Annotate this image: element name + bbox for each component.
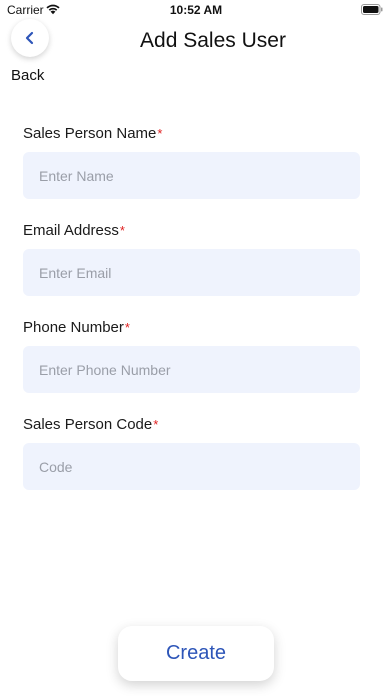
required-marker: *	[157, 126, 163, 141]
sales-person-code-label: Sales Person Code*	[23, 416, 159, 433]
status-bar: Carrier 10:52 AM	[0, 0, 392, 20]
required-marker: *	[153, 417, 159, 432]
status-time: 10:52 AM	[169, 3, 223, 17]
create-button[interactable]: Create	[118, 626, 274, 681]
back-label[interactable]: Back	[11, 67, 44, 84]
email-address-label: Email Address*	[23, 222, 125, 239]
sales-person-code-input[interactable]	[23, 443, 360, 490]
sales-person-name-label: Sales Person Name*	[23, 125, 163, 142]
email-address-input[interactable]	[23, 249, 360, 296]
required-marker: *	[124, 320, 130, 335]
phone-number-label: Phone Number*	[23, 319, 130, 336]
sales-person-name-input[interactable]	[23, 152, 360, 199]
battery-icon	[361, 4, 383, 15]
page-title: Add Sales User	[140, 29, 286, 52]
phone-number-input[interactable]	[23, 346, 360, 393]
add-sales-user-screen: Carrier 10:52 AM Back Add Sales User Sal…	[0, 0, 392, 696]
required-marker: *	[119, 223, 125, 238]
